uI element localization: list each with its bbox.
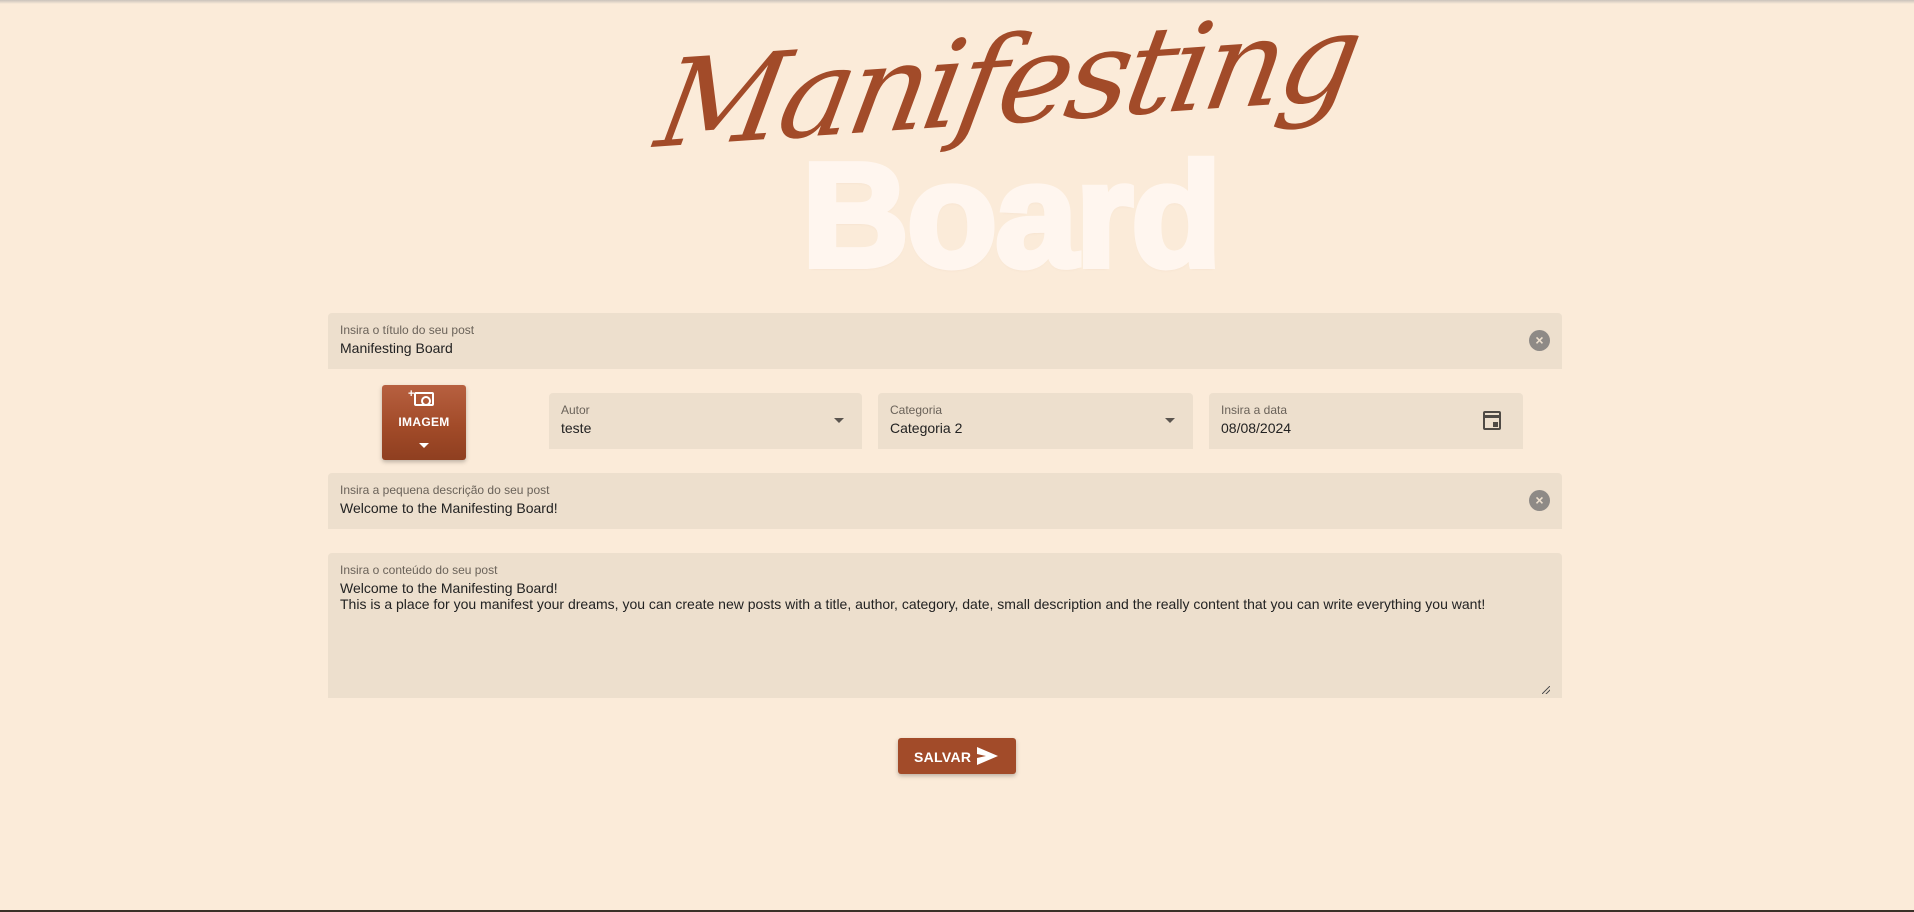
date-input[interactable]: 08/08/2024	[1221, 420, 1291, 436]
author-value: teste	[561, 420, 592, 436]
title-field[interactable]: Insira o título do seu post Manifesting …	[328, 313, 1562, 369]
resize-handle-icon[interactable]	[1542, 686, 1550, 694]
content-text[interactable]: Welcome to the Manifesting Board! This i…	[340, 580, 1550, 612]
save-button-label: SALVAR	[914, 749, 972, 765]
top-shadow	[0, 0, 1914, 4]
save-button[interactable]: SALVAR	[898, 738, 1016, 774]
add-photo-icon	[414, 392, 434, 406]
calendar-icon[interactable]	[1483, 411, 1501, 430]
category-select[interactable]: Categoria Categoria 2	[878, 393, 1193, 449]
image-upload-button[interactable]: + IMAGEM	[382, 385, 466, 460]
title-field-label: Insira o título do seu post	[340, 323, 475, 337]
dropdown-arrow-icon[interactable]	[834, 418, 844, 423]
close-circle-icon[interactable]: ×	[1529, 330, 1550, 351]
logo: Board Manifesting	[647, 0, 1368, 293]
author-label: Autor	[561, 403, 590, 417]
dropdown-arrow-icon[interactable]	[1165, 418, 1175, 423]
send-icon	[977, 747, 998, 765]
content-label: Insira o conteúdo do seu post	[340, 563, 498, 577]
logo-script-text: Manifesting	[647, 0, 1368, 176]
author-select[interactable]: Autor teste	[549, 393, 862, 449]
short-description-label: Insira a pequena descrição do seu post	[340, 483, 550, 497]
content-textarea[interactable]: Insira o conteúdo do seu post Welcome to…	[328, 553, 1562, 698]
close-circle-icon[interactable]: ×	[1529, 490, 1550, 511]
short-description-field[interactable]: Insira a pequena descrição do seu post W…	[328, 473, 1562, 529]
category-value: Categoria 2	[890, 420, 963, 436]
logo-board-text: Board	[799, 133, 1225, 298]
category-label: Categoria	[890, 403, 943, 417]
title-input[interactable]: Manifesting Board	[340, 340, 453, 356]
image-button-label: IMAGEM	[398, 415, 450, 429]
short-description-input[interactable]: Welcome to the Manifesting Board!	[340, 500, 558, 516]
chevron-down-icon	[419, 443, 429, 448]
page: Board Manifesting Insira o título do seu…	[0, 0, 1914, 912]
date-label: Insira a data	[1221, 403, 1288, 417]
date-field[interactable]: Insira a data 08/08/2024	[1209, 393, 1523, 449]
